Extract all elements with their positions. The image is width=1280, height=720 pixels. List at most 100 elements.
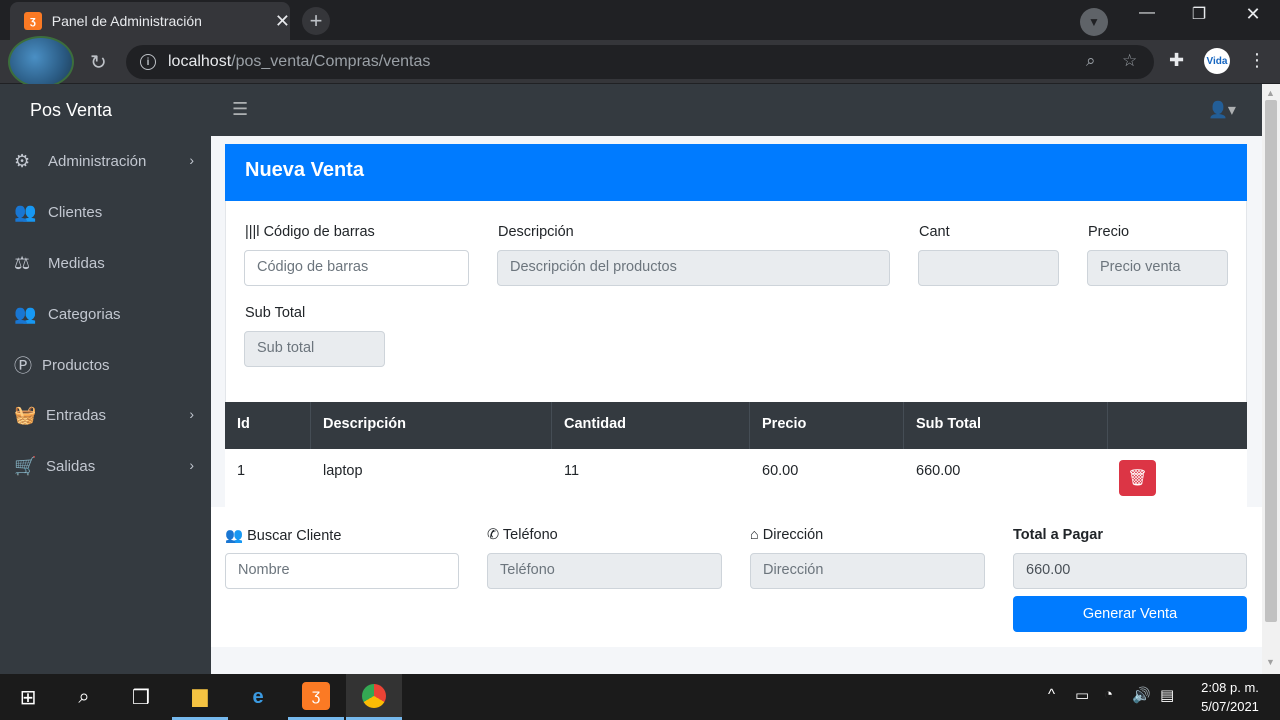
sidebar-item-label: Entradas (46, 406, 107, 424)
close-window-button[interactable]: ✕ (1238, 4, 1268, 25)
windows-start-icon[interactable]: ⊞ (0, 674, 56, 720)
column-divider (551, 402, 552, 449)
sidebar-item-label: Administración (48, 152, 147, 170)
chevron-right-icon: › (189, 406, 194, 422)
xampp-icon[interactable]: ʒ (288, 674, 344, 720)
network-disconnected-icon[interactable]: ◔ (1104, 686, 1113, 703)
total-input[interactable]: 660.00 (1013, 553, 1247, 589)
tab-title: Panel de Administración (51, 13, 202, 29)
clock-time: 2:08 p. m. (1201, 680, 1259, 695)
sidebar-item-administracion[interactable]: ⚙ Administración › (14, 146, 204, 176)
total-label: Total a Pagar (1013, 527, 1103, 543)
basket-icon: 🧺 (14, 404, 37, 425)
new-tab-button[interactable]: + (302, 7, 330, 35)
address-input[interactable]: Dirección (750, 553, 985, 589)
trash-icon: 🗑 (1127, 470, 1148, 487)
close-tab-icon[interactable]: ✕ (275, 11, 290, 32)
sidebar-item-clientes[interactable]: 👥 Clientes (14, 197, 204, 227)
maximize-button[interactable]: ❐ (1184, 4, 1214, 24)
battery-icon[interactable]: ▭ (1075, 686, 1089, 704)
price-input[interactable]: Precio venta (1087, 250, 1228, 286)
scrollbar-thumb[interactable] (1265, 100, 1277, 622)
home-icon: ⌂ (750, 527, 763, 543)
scroll-up-arrow-icon[interactable]: ▲ (1266, 88, 1275, 98)
phone-label: ✆ Teléfono (487, 527, 558, 543)
balance-scale-icon: ⚖ (14, 252, 31, 273)
description-label: Descripción (498, 224, 574, 240)
table-row (225, 449, 1247, 507)
delete-row-button[interactable]: 🗑 (1119, 460, 1156, 496)
description-input[interactable]: Descripción del productos (497, 250, 890, 286)
brand-title[interactable]: Pos Venta (30, 100, 112, 121)
system-clock[interactable]: 2:08 p. m. 5/07/2021 (1194, 678, 1266, 716)
column-divider (749, 402, 750, 449)
scroll-down-arrow-icon[interactable]: ▼ (1266, 657, 1275, 667)
clock-date: 5/07/2021 (1201, 699, 1259, 714)
cell-id: 1 (237, 463, 246, 479)
card-title: Nueva Venta (225, 144, 1247, 201)
tab-search-button[interactable]: ▼ (1080, 8, 1108, 36)
volume-icon[interactable]: 🔊 (1132, 686, 1151, 704)
profile-avatar[interactable]: Vida (1204, 48, 1230, 74)
python-logo-overlay-icon (8, 36, 74, 88)
browser-tab[interactable]: ʒ Panel de Administración ✕ (10, 2, 290, 40)
address-bar[interactable]: i localhost/pos_venta/Compras/ventas ⌕ ☆ (126, 45, 1154, 79)
minimize-button[interactable]: — (1132, 4, 1162, 22)
notifications-icon[interactable]: ▤ (1160, 686, 1174, 704)
hamburger-menu-icon[interactable]: ☰ (232, 99, 248, 120)
column-header-precio: Precio (762, 416, 807, 432)
top-navbar (0, 84, 1262, 136)
sidebar-item-salidas[interactable]: 🛒 Salidas › (14, 451, 204, 481)
column-divider (310, 402, 311, 449)
edge-browser-icon[interactable]: e (230, 674, 286, 720)
zoom-icon[interactable]: ⌕ (1086, 51, 1096, 71)
sidebar-item-label: Categorias (48, 305, 121, 323)
sidebar-item-categorias[interactable]: 👥 Categorias (14, 299, 204, 329)
product-p-icon: Ⓟ (14, 356, 32, 376)
address-label: ⌂ Dirección (750, 527, 824, 543)
file-explorer-icon[interactable]: ▆ (172, 674, 228, 720)
bookmark-star-icon[interactable]: ☆ (1122, 51, 1137, 71)
cart-icon: 🛒 (14, 455, 37, 476)
cell-description: laptop (323, 463, 363, 479)
users-icon: 👥 (14, 303, 37, 324)
column-header-subtotal: Sub Total (916, 416, 981, 432)
sidebar-item-entradas[interactable]: 🧺 Entradas › (14, 400, 204, 430)
qty-input[interactable] (918, 250, 1059, 286)
user-menu-icon[interactable]: 👤▾ (1208, 100, 1236, 120)
column-header-id: Id (237, 416, 250, 432)
sidebar-item-label: Medidas (48, 254, 105, 272)
column-divider (903, 402, 904, 449)
client-name-input[interactable]: Nombre (225, 553, 459, 589)
barcode-input[interactable]: Código de barras (244, 250, 469, 286)
phone-input[interactable]: Teléfono (487, 553, 722, 589)
site-info-icon[interactable]: i (140, 54, 156, 70)
cell-price: 60.00 (762, 463, 799, 479)
search-icon[interactable]: ⌕ (56, 674, 112, 720)
reload-icon[interactable]: ↻ (90, 50, 107, 75)
sidebar-item-medidas[interactable]: ⚖ Medidas (14, 248, 204, 278)
sidebar-item-label: Productos (42, 356, 110, 374)
extensions-puzzle-icon[interactable]: ✚ (1169, 50, 1184, 71)
qty-label: Cant (919, 224, 950, 240)
browser-menu-icon[interactable]: ⋮ (1248, 50, 1266, 71)
cell-subtotal: 660.00 (916, 463, 961, 479)
task-view-icon[interactable]: ❒ (113, 674, 169, 720)
url-text: localhost/pos_venta/Compras/ventas (168, 53, 431, 70)
chevron-right-icon: › (189, 152, 194, 168)
users-icon: 👥 (14, 201, 37, 222)
subtotal-label: Sub Total (245, 305, 306, 321)
sidebar-item-label: Salidas (46, 457, 96, 475)
chrome-icon[interactable] (346, 674, 402, 720)
search-client-label: 👥 Buscar Cliente (225, 528, 342, 544)
column-header-cantidad: Cantidad (564, 416, 627, 432)
column-divider (1107, 402, 1108, 449)
chevron-right-icon: › (189, 457, 194, 473)
subtotal-input[interactable]: Sub total (244, 331, 385, 367)
column-header-descripcion: Descripción (323, 416, 406, 432)
cell-quantity: 11 (564, 463, 580, 479)
sidebar-item-productos[interactable]: Ⓟ Productos (14, 350, 204, 380)
show-hidden-icons-icon[interactable]: ^ (1048, 686, 1055, 703)
barcode-label: |||l Código de barras (245, 224, 375, 240)
generate-sale-button[interactable]: Generar Venta (1013, 596, 1247, 632)
